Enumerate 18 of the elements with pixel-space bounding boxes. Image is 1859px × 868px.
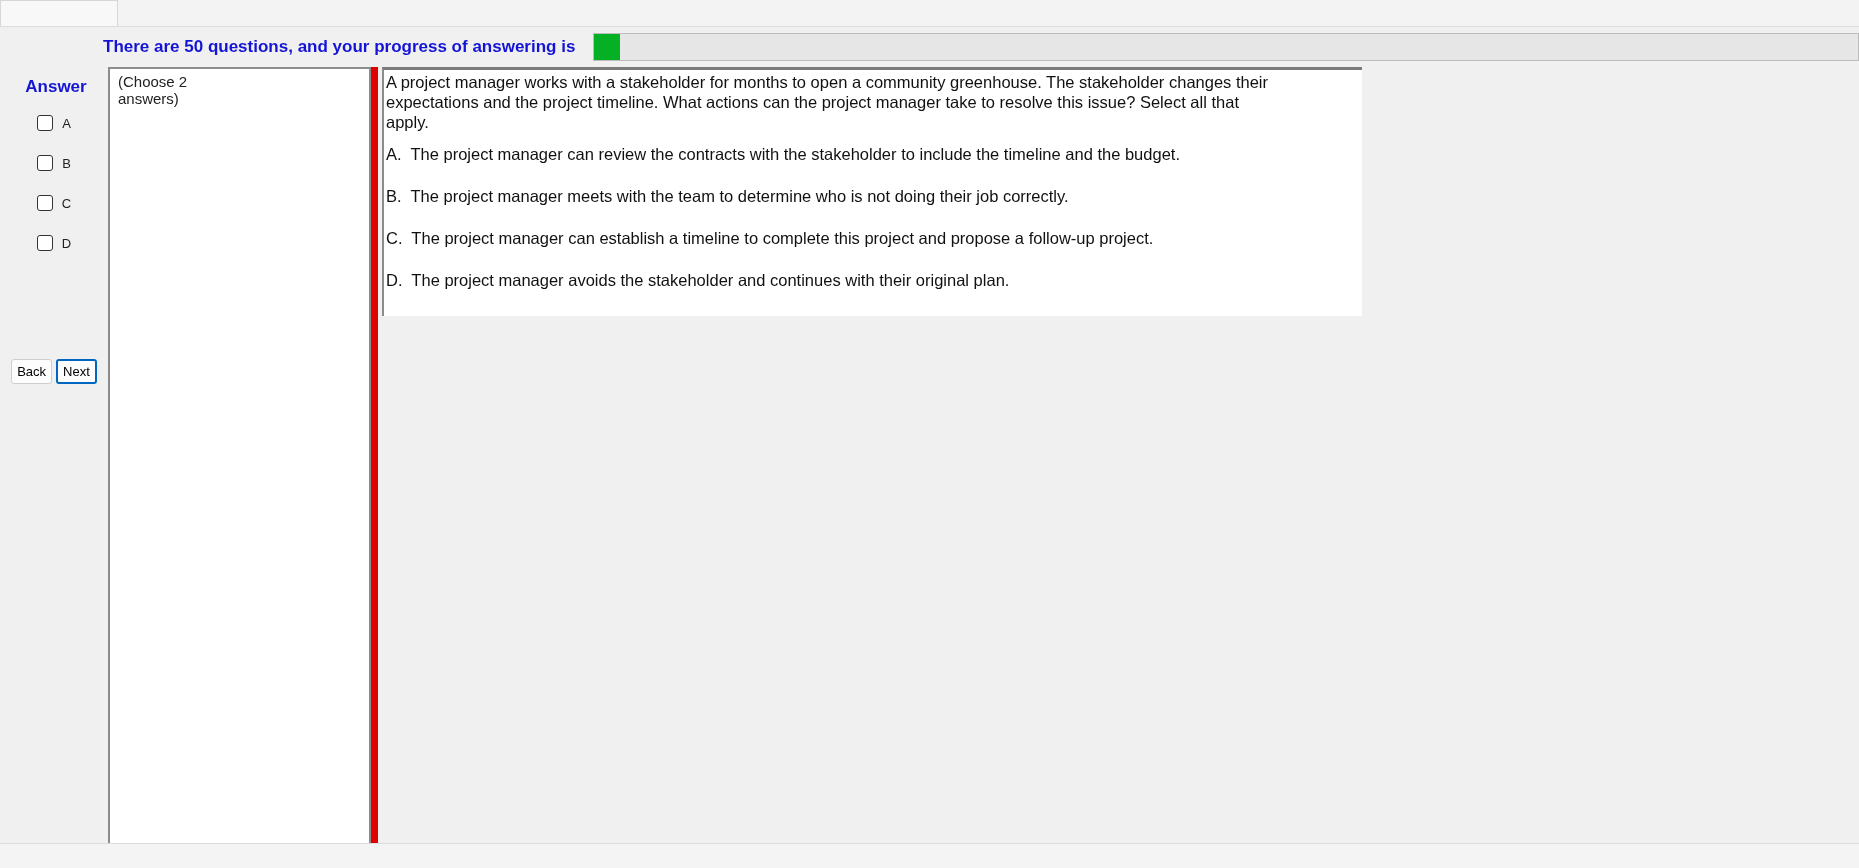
progress-label: There are 50 questions, and your progress of answering is	[103, 37, 576, 57]
option-label: C	[61, 195, 72, 211]
choice-text: D. The project manager avoids the stakeholder and continues with their original plan.	[386, 270, 1011, 290]
option-label: A	[62, 115, 71, 131]
option-label: B	[62, 155, 71, 171]
choice-text: C. The project manager can establish a timeline to complete this project and propose a follow-up project.	[386, 228, 1155, 248]
choice-text: A. The project manager can review the contracts with the stakeholder to include the timeline and the budget.	[386, 144, 1181, 164]
checkbox[interactable]	[36, 235, 53, 251]
nav-button[interactable]: Next	[56, 359, 97, 384]
option-label: D	[61, 235, 72, 251]
checkbox[interactable]	[37, 115, 54, 131]
checkbox[interactable]	[37, 155, 54, 171]
nav-button[interactable]: Back	[11, 359, 53, 384]
question-text: A project manager works with a stakeholder for months to open a community greenhouse. The stakeholder changes their expectations and the project timeline. What actions can the project manager take to resolve this issue? Select all that apply.	[386, 72, 1270, 132]
instruction-text: (Choose 2 answers)	[118, 73, 189, 107]
choice-text: B. The project manager meets with the team to determine who is not doing their job correctly.	[386, 186, 1070, 206]
answer-label: Answer	[25, 77, 87, 97]
checkbox[interactable]	[36, 195, 53, 211]
